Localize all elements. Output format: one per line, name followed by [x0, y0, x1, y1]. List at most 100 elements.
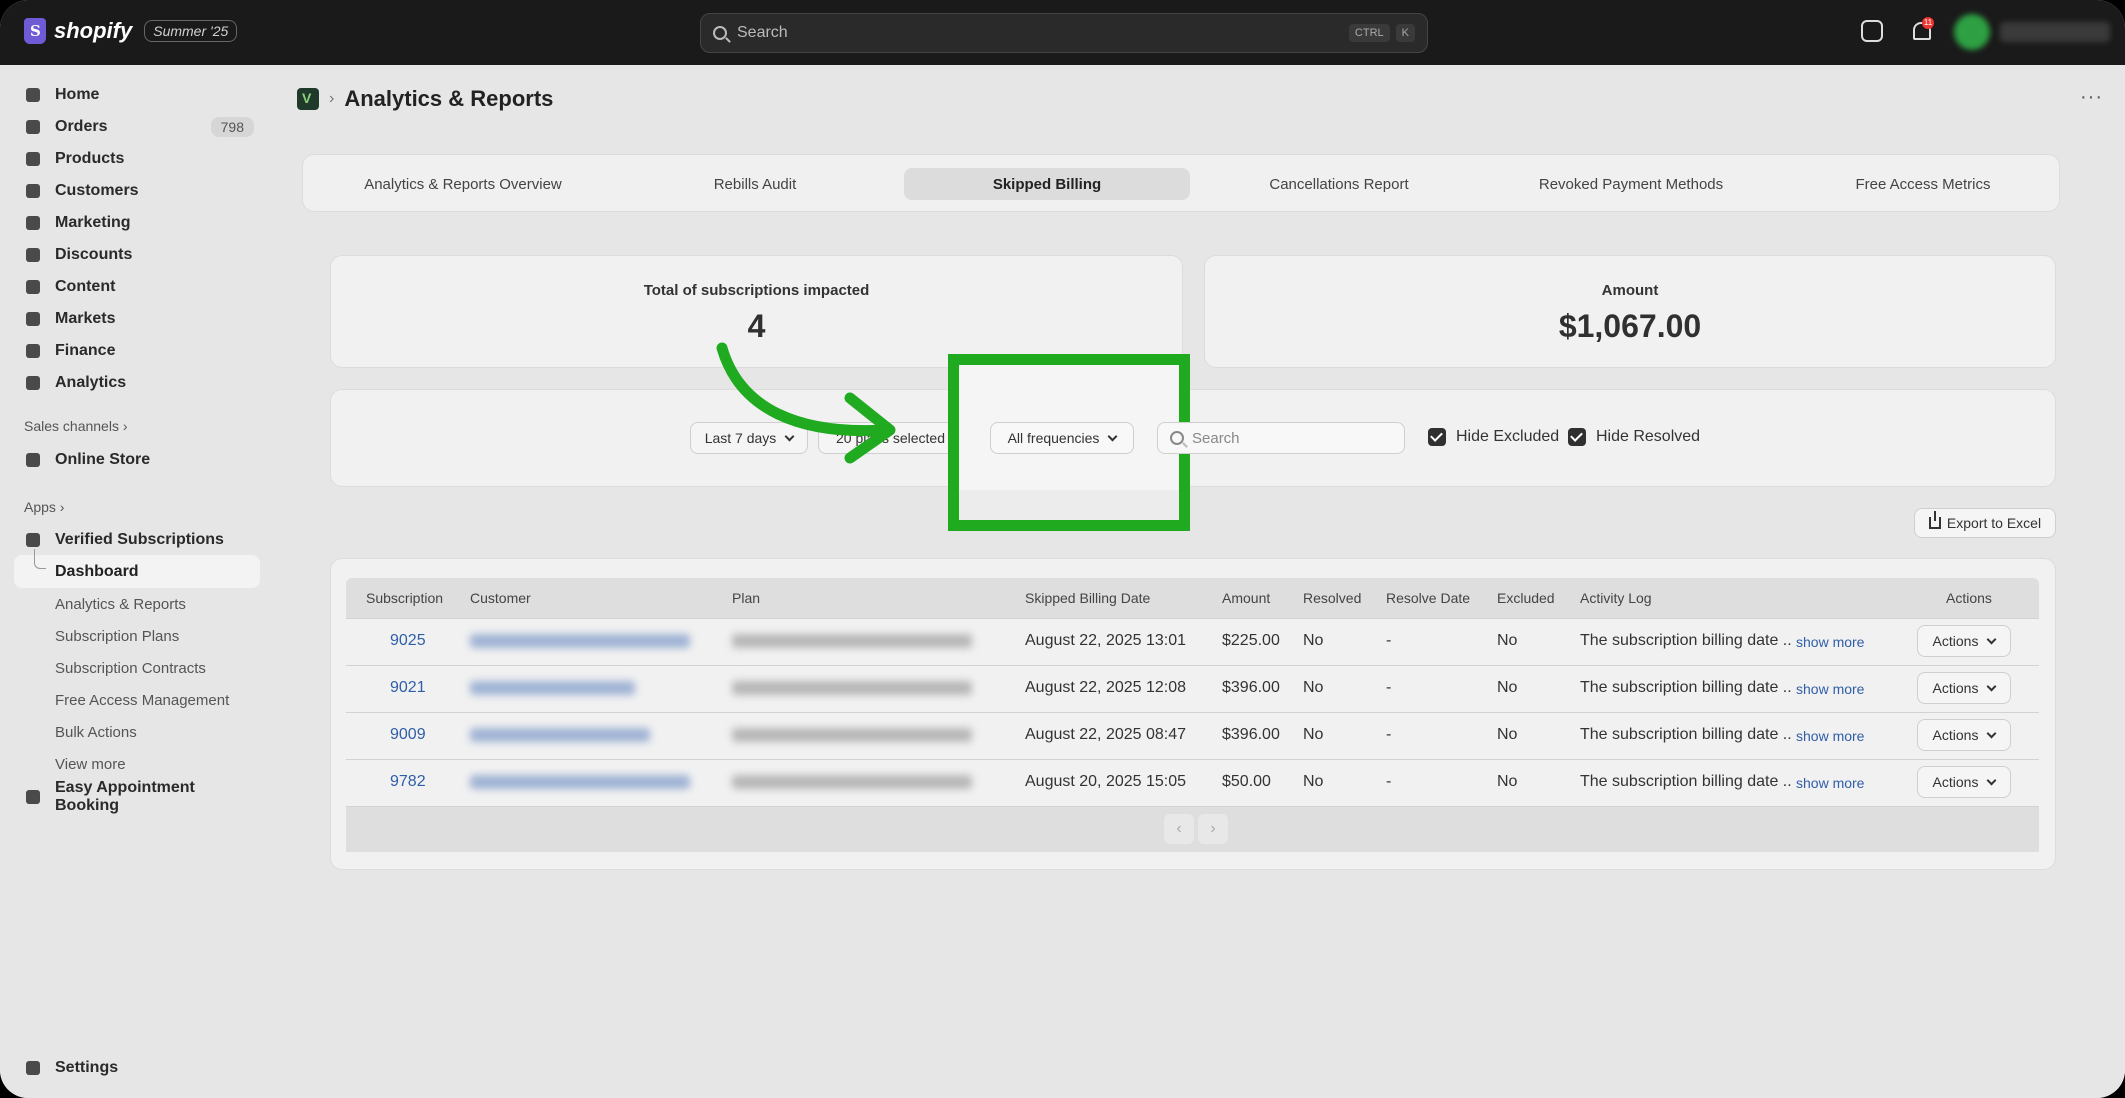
- customer-email-blurred[interactable]: [470, 634, 690, 648]
- sidebar-item-settings[interactable]: Settings: [14, 1052, 260, 1084]
- sidebar-item-markets[interactable]: Markets: [14, 303, 260, 335]
- sidebar-item-discounts[interactable]: Discounts: [14, 239, 260, 271]
- sidebar-item-easy-appointment[interactable]: Easy Appointment Booking: [14, 779, 260, 814]
- sidebar-sub-free-access[interactable]: Free Access Management: [55, 692, 229, 709]
- customer-email-blurred[interactable]: [470, 728, 650, 742]
- row-actions-button[interactable]: Actions: [1917, 766, 2011, 798]
- subscription-id-link[interactable]: 9782: [390, 773, 426, 791]
- sidebar-item-label: Settings: [55, 1059, 119, 1076]
- show-more-link[interactable]: show more: [1796, 775, 1864, 791]
- kbd-k: K: [1395, 24, 1415, 42]
- col-skipped-date[interactable]: Skipped Billing Date: [1025, 590, 1150, 606]
- sidebar-sub-bulk-actions[interactable]: Bulk Actions: [55, 724, 137, 741]
- tab-cancellations[interactable]: Cancellations Report: [1196, 168, 1482, 200]
- resolve-date: -: [1386, 679, 1392, 696]
- activity-log-text: The subscription billing date ..: [1580, 632, 1792, 649]
- customer-email-blurred[interactable]: [470, 775, 690, 789]
- subscription-id-link[interactable]: 9021: [390, 679, 426, 697]
- table-header-row: [346, 578, 2039, 618]
- sidebar-sub-analytics-reports[interactable]: Analytics & Reports: [55, 596, 186, 613]
- pagination-next-button[interactable]: ›: [1198, 814, 1228, 844]
- shopify-logo[interactable]: shopify Summer '25: [24, 18, 238, 44]
- tab-revoked-payment[interactable]: Revoked Payment Methods: [1488, 168, 1774, 200]
- show-more-link[interactable]: show more: [1796, 634, 1864, 650]
- row-actions-button[interactable]: Actions: [1917, 719, 2011, 751]
- tab-overview[interactable]: Analytics & Reports Overview: [320, 168, 606, 200]
- col-subscription[interactable]: Subscription: [366, 590, 443, 606]
- verified-app-icon[interactable]: [297, 88, 319, 110]
- col-resolve-date[interactable]: Resolve Date: [1386, 590, 1470, 606]
- col-customer[interactable]: Customer: [470, 590, 531, 606]
- sidebar-item-label: Customers: [55, 182, 139, 199]
- row-actions-button[interactable]: Actions: [1917, 625, 2011, 657]
- sidebar-item-finance[interactable]: Finance: [14, 335, 260, 367]
- sidebar-item-marketing[interactable]: Marketing: [14, 207, 260, 239]
- hide-excluded-label: Hide Excluded: [1456, 428, 1560, 445]
- checkbox-checked-icon: [1428, 428, 1446, 446]
- sales-channels-label[interactable]: Sales channels ›: [24, 418, 128, 434]
- sidebar-sub-subscription-contracts[interactable]: Subscription Contracts: [55, 660, 206, 677]
- actions-label: Actions: [1932, 774, 1979, 790]
- table-search-input[interactable]: Search: [1157, 422, 1405, 454]
- show-more-link[interactable]: show more: [1796, 681, 1864, 697]
- database-icon[interactable]: [1861, 20, 1883, 42]
- row-actions-button[interactable]: Actions: [1917, 672, 2011, 704]
- customer-email-blurred[interactable]: [470, 681, 635, 695]
- col-amount[interactable]: Amount: [1222, 590, 1270, 606]
- sidebar-item-verified-subscriptions[interactable]: Verified Subscriptions: [14, 524, 260, 556]
- store-icon: [26, 453, 40, 467]
- chevron-down-icon: [1107, 431, 1118, 442]
- inbox-icon: [26, 120, 40, 134]
- tab-free-access-metrics[interactable]: Free Access Metrics: [1780, 168, 2066, 200]
- col-resolved[interactable]: Resolved: [1303, 590, 1361, 606]
- activity-log-text: The subscription billing date ..: [1580, 679, 1792, 696]
- col-activity-log[interactable]: Activity Log: [1580, 590, 1652, 606]
- sidebar-item-home[interactable]: Home: [14, 79, 260, 111]
- subscription-id-link[interactable]: 9009: [390, 726, 426, 744]
- chevron-down-icon: [1987, 681, 1997, 692]
- sidebar-item-content[interactable]: Content: [14, 271, 260, 303]
- subscription-id-link[interactable]: 9025: [390, 632, 426, 650]
- global-search-input[interactable]: Search CTRL K: [700, 13, 1428, 53]
- resolved: No: [1303, 726, 1324, 743]
- sidebar-item-customers[interactable]: Customers: [14, 175, 260, 207]
- sidebar-item-label: Products: [55, 150, 125, 167]
- apps-label[interactable]: Apps ›: [24, 499, 64, 515]
- user-name-blurred[interactable]: [2000, 22, 2110, 42]
- export-to-excel-button[interactable]: Export to Excel: [1914, 508, 2056, 538]
- search-icon: [713, 26, 727, 40]
- hide-resolved-checkbox[interactable]: Hide Resolved: [1568, 428, 1700, 446]
- show-more-link[interactable]: show more: [1796, 728, 1864, 744]
- bank-icon: [26, 344, 40, 358]
- logo-text: shopify: [54, 18, 133, 43]
- actions-label: Actions: [1932, 727, 1979, 743]
- export-label: Export to Excel: [1946, 515, 2042, 531]
- subscriptions-impacted-label: Total of subscriptions impacted: [643, 282, 870, 299]
- sidebar-item-label: Discounts: [55, 246, 133, 263]
- resolve-date: -: [1386, 632, 1392, 649]
- more-actions-icon[interactable]: ···: [2080, 86, 2103, 109]
- sidebar-sub-subscription-plans[interactable]: Subscription Plans: [55, 628, 179, 645]
- sidebar-item-products[interactable]: Products: [14, 143, 260, 175]
- pagination-prev-button[interactable]: ‹: [1164, 814, 1194, 844]
- tab-rebills-audit[interactable]: Rebills Audit: [612, 168, 898, 200]
- col-excluded[interactable]: Excluded: [1497, 590, 1555, 606]
- verified-app-icon: [26, 533, 40, 547]
- globe-icon: [26, 312, 40, 326]
- activity-log-text: The subscription billing date ..: [1580, 773, 1792, 790]
- skipped-date: August 20, 2025 15:05: [1025, 773, 1187, 790]
- avatar[interactable]: [1954, 14, 1990, 50]
- notification-badge: 11: [1922, 17, 1934, 29]
- plan-name-blurred: [732, 681, 972, 695]
- resolved: No: [1303, 679, 1324, 696]
- col-plan[interactable]: Plan: [732, 590, 760, 606]
- sidebar-sub-view-more[interactable]: View more: [55, 756, 126, 773]
- calendar-icon: [26, 790, 40, 804]
- tab-skipped-billing[interactable]: Skipped Billing: [904, 168, 1190, 200]
- hide-excluded-checkbox[interactable]: Hide Excluded: [1428, 428, 1559, 446]
- frequency-select[interactable]: All frequencies: [990, 422, 1134, 454]
- sidebar-item-analytics[interactable]: Analytics: [14, 367, 260, 399]
- resolved: No: [1303, 773, 1324, 790]
- sidebar-item-online-store[interactable]: Online Store: [14, 444, 260, 476]
- sidebar-item-orders[interactable]: Orders 798: [14, 111, 260, 143]
